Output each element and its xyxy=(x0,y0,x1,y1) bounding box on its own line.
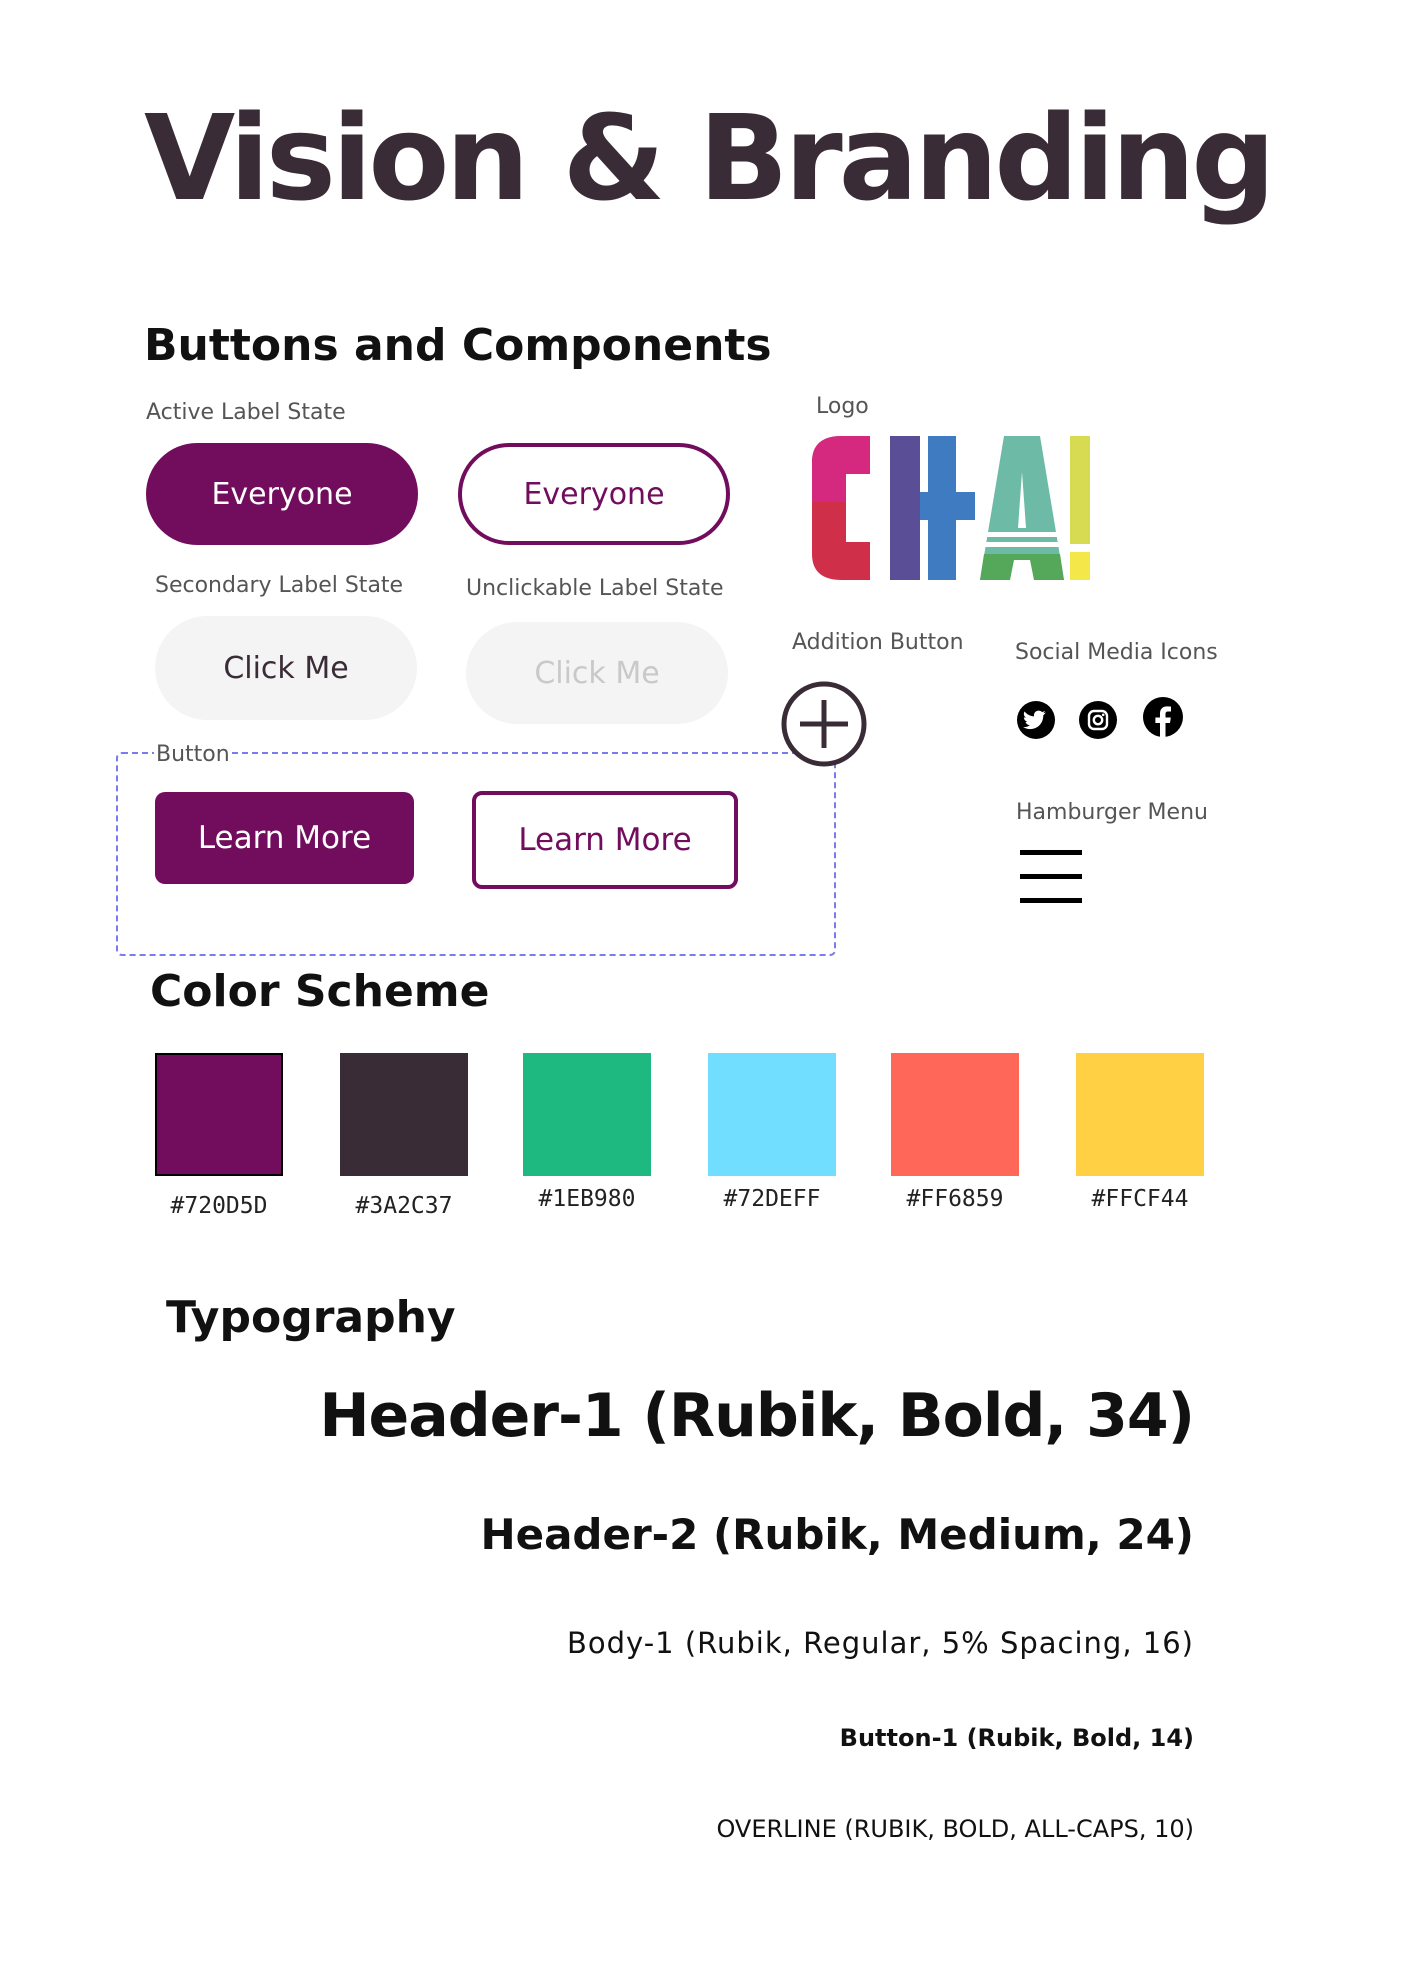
typography-header1-sample: Header-1 (Rubik, Bold, 34) xyxy=(319,1381,1195,1451)
secondary-label-caption: Secondary Label State xyxy=(155,573,404,598)
typography-button1-sample: Button-1 (Rubik, Bold, 14) xyxy=(839,1724,1194,1752)
swatch-label: #72DEFF xyxy=(723,1186,821,1212)
logo-letter-a xyxy=(980,436,1064,580)
logo-letter-c xyxy=(812,436,870,580)
plus-circle-icon[interactable] xyxy=(780,680,868,768)
learn-more-filled-button[interactable]: Learn More xyxy=(155,792,414,884)
everyone-outline-button[interactable]: Everyone xyxy=(458,443,730,545)
click-me-secondary-button[interactable]: Click Me xyxy=(155,616,417,720)
swatch-3a2c37 xyxy=(340,1053,468,1176)
logo-caption: Logo xyxy=(816,394,869,419)
active-label-caption: Active Label State xyxy=(146,400,346,425)
page-title: Vision & Branding xyxy=(144,89,1276,227)
swatch-label: #FF6859 xyxy=(906,1186,1004,1212)
typography-body1-sample: Body-1 (Rubik, Regular, 5% Spacing, 16) xyxy=(567,1626,1194,1660)
swatch-label: #1EB980 xyxy=(538,1186,636,1212)
chai-logo xyxy=(812,436,1090,580)
facebook-icon[interactable] xyxy=(1142,696,1184,738)
twitter-icon[interactable] xyxy=(1016,700,1056,740)
hamburger-caption: Hamburger Menu xyxy=(1016,800,1208,825)
swatch-ffcf44 xyxy=(1076,1053,1204,1176)
logo-letter-h xyxy=(890,436,975,580)
swatch-1eb980 xyxy=(523,1053,651,1176)
social-media-caption: Social Media Icons xyxy=(1015,640,1218,665)
color-scheme-title: Color Scheme xyxy=(150,966,490,1017)
learn-more-outline-button[interactable]: Learn More xyxy=(472,791,738,889)
logo-letter-exclamation xyxy=(1070,436,1090,580)
swatch-ff6859 xyxy=(891,1053,1019,1176)
unclickable-label-caption: Unclickable Label State xyxy=(466,576,724,601)
swatch-label: #FFCF44 xyxy=(1091,1186,1189,1212)
swatch-label: #3A2C37 xyxy=(355,1193,453,1219)
swatch-72deff xyxy=(708,1053,836,1176)
instagram-icon[interactable] xyxy=(1078,700,1118,740)
swatch-720d5d xyxy=(155,1053,283,1176)
hamburger-icon[interactable] xyxy=(1020,848,1084,906)
typography-title: Typography xyxy=(166,1292,456,1343)
typography-overline-sample: OVERLINE (RUBIK, BOLD, ALL-CAPS, 10) xyxy=(716,1815,1194,1843)
typography-header2-sample: Header-2 (Rubik, Medium, 24) xyxy=(480,1510,1194,1559)
button-caption: Button xyxy=(154,742,232,769)
everyone-active-button[interactable]: Everyone xyxy=(146,443,418,545)
addition-button-caption: Addition Button xyxy=(792,630,964,655)
swatch-label: #720D5D xyxy=(170,1193,268,1219)
click-me-disabled-button: Click Me xyxy=(466,622,728,724)
buttons-section-title: Buttons and Components xyxy=(144,320,772,371)
